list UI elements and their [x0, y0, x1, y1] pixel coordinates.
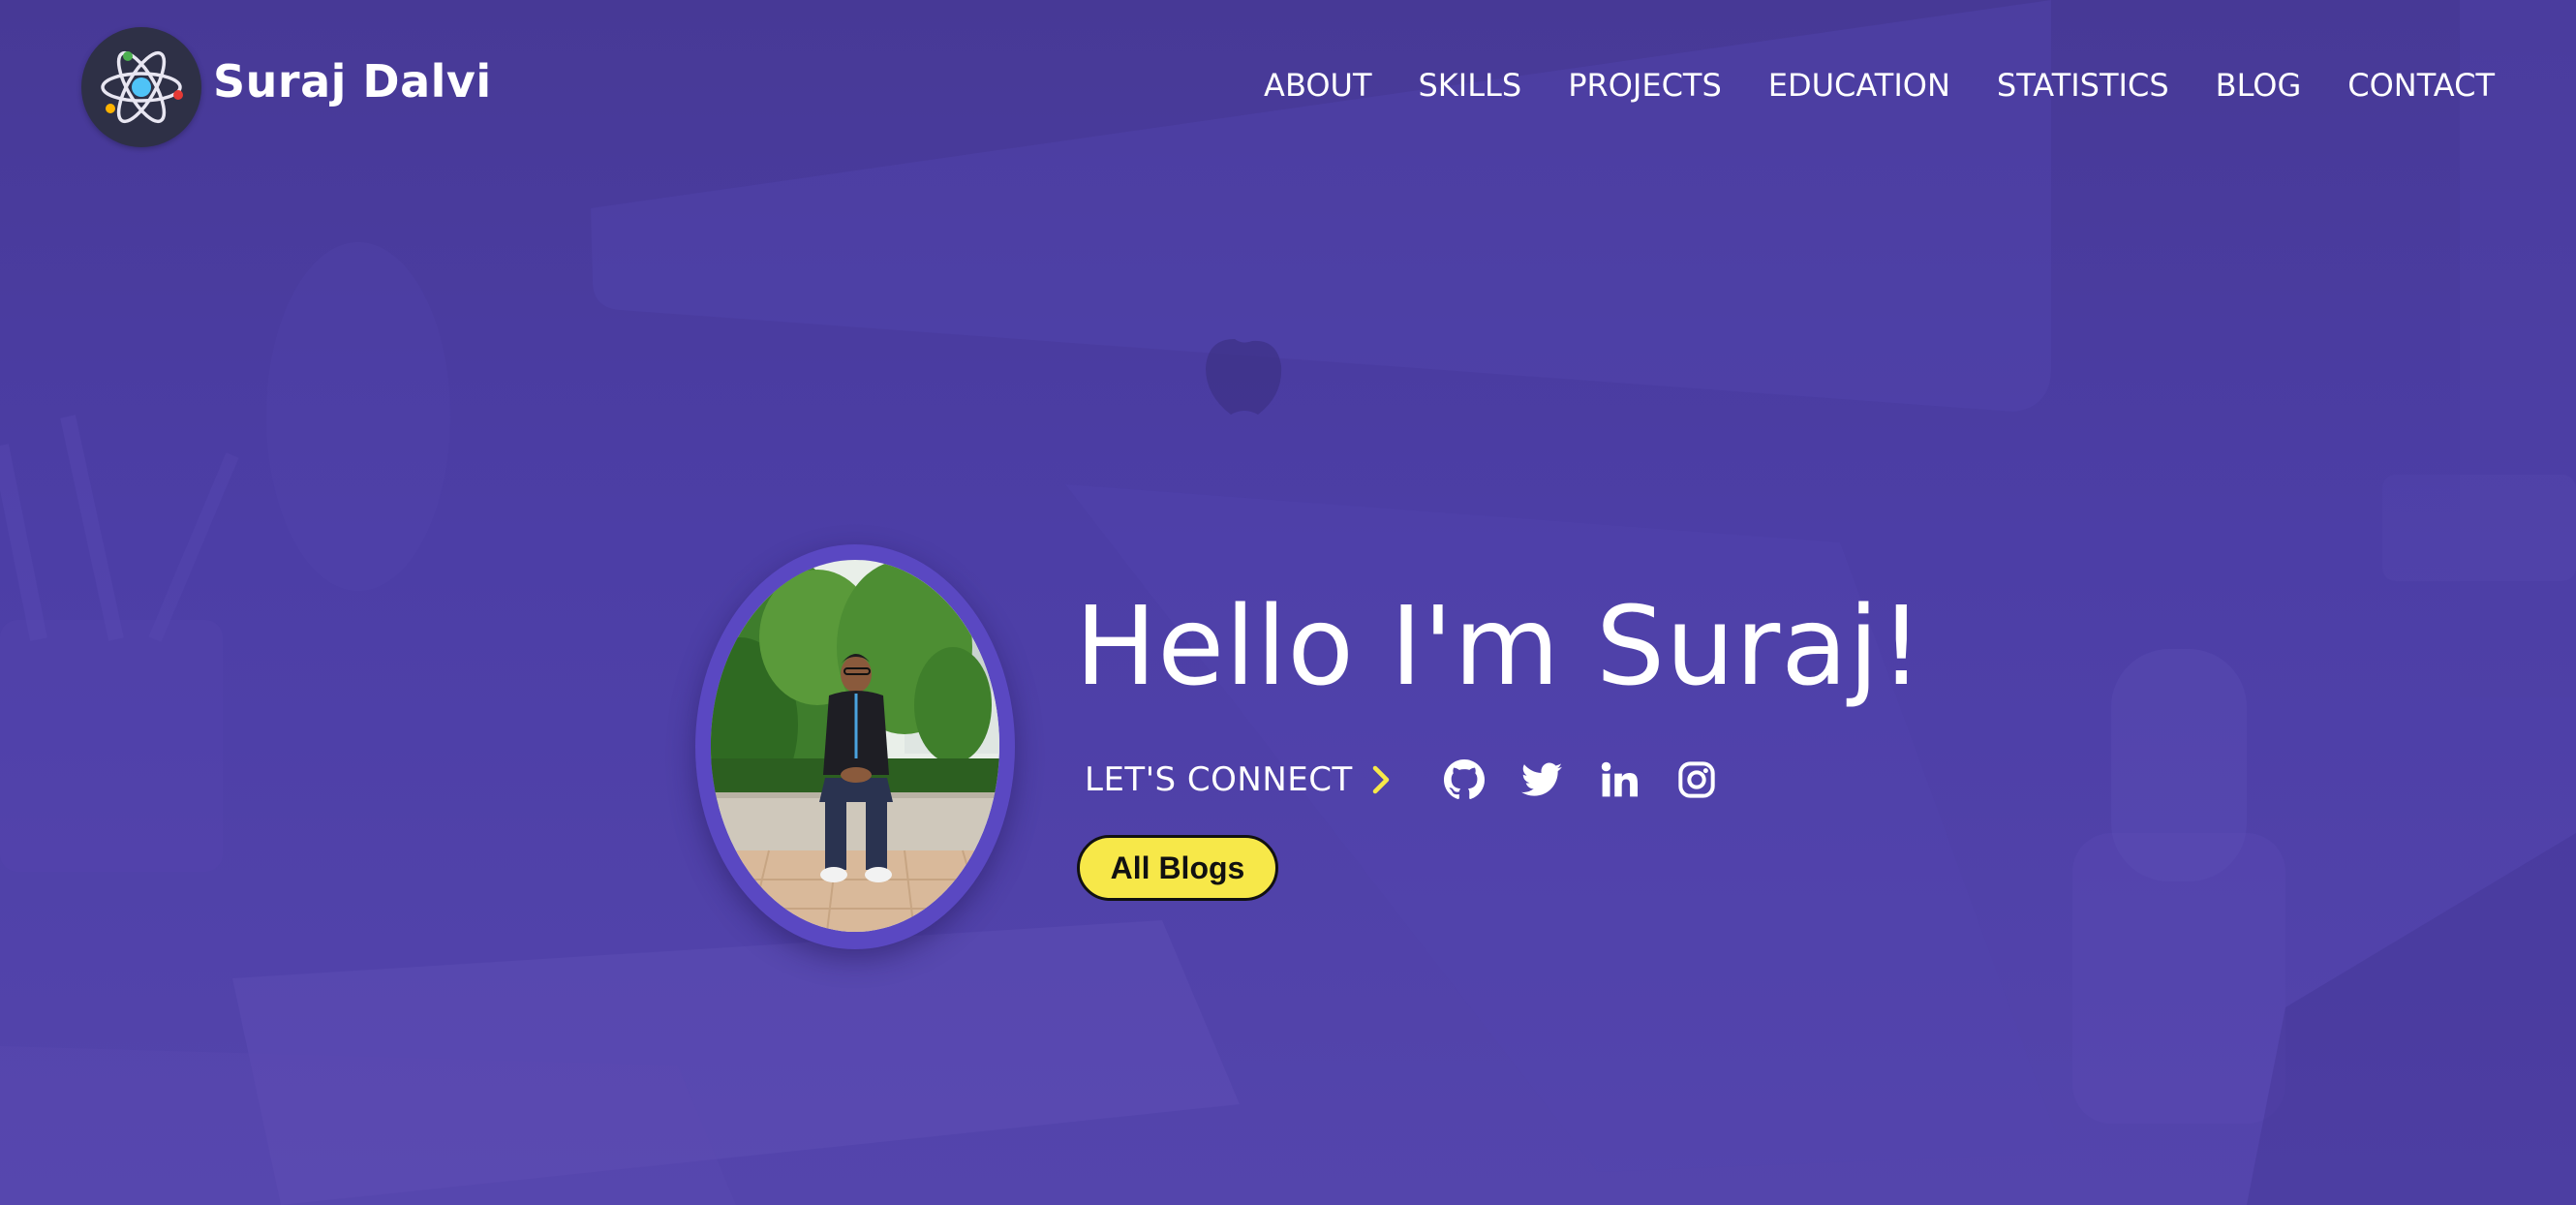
- linkedin-icon[interactable]: [1598, 758, 1641, 801]
- github-icon[interactable]: [1443, 758, 1486, 801]
- nav-item-blog[interactable]: BLOG: [2216, 64, 2302, 107]
- nav-item-contact[interactable]: CONTACT: [2347, 64, 2495, 107]
- instagram-icon[interactable]: [1675, 758, 1718, 801]
- connect-row: LET'S CONNECT: [1085, 756, 1392, 804]
- social-links: [1443, 756, 1753, 804]
- brand-link[interactable]: Suraj Dalvi: [81, 27, 492, 147]
- page: Suraj Dalvi ABOUT SKILLS PROJECTS EDUCAT…: [0, 0, 2576, 1205]
- nav-item-about[interactable]: ABOUT: [1264, 64, 1371, 107]
- nav-item-projects[interactable]: PROJECTS: [1568, 64, 1722, 107]
- main-nav: ABOUT SKILLS PROJECTS EDUCATION STATISTI…: [1217, 64, 2495, 107]
- nav-item-statistics[interactable]: STATISTICS: [1997, 64, 2169, 107]
- hero-title: Hello I'm Suraj!: [1075, 584, 1924, 710]
- site-header: Suraj Dalvi ABOUT SKILLS PROJECTS EDUCAT…: [0, 0, 2576, 174]
- nav-item-skills[interactable]: SKILLS: [1418, 64, 1521, 107]
- chevron-right-icon: [1370, 765, 1392, 794]
- connect-label: LET'S CONNECT: [1085, 760, 1353, 799]
- profile-photo: [711, 560, 999, 932]
- brand-name: Suraj Dalvi: [213, 55, 492, 108]
- all-blogs-button[interactable]: All Blogs: [1077, 835, 1278, 901]
- twitter-icon[interactable]: [1520, 758, 1563, 801]
- atom-icon: [81, 27, 201, 147]
- nav-item-education[interactable]: EDUCATION: [1768, 64, 1950, 107]
